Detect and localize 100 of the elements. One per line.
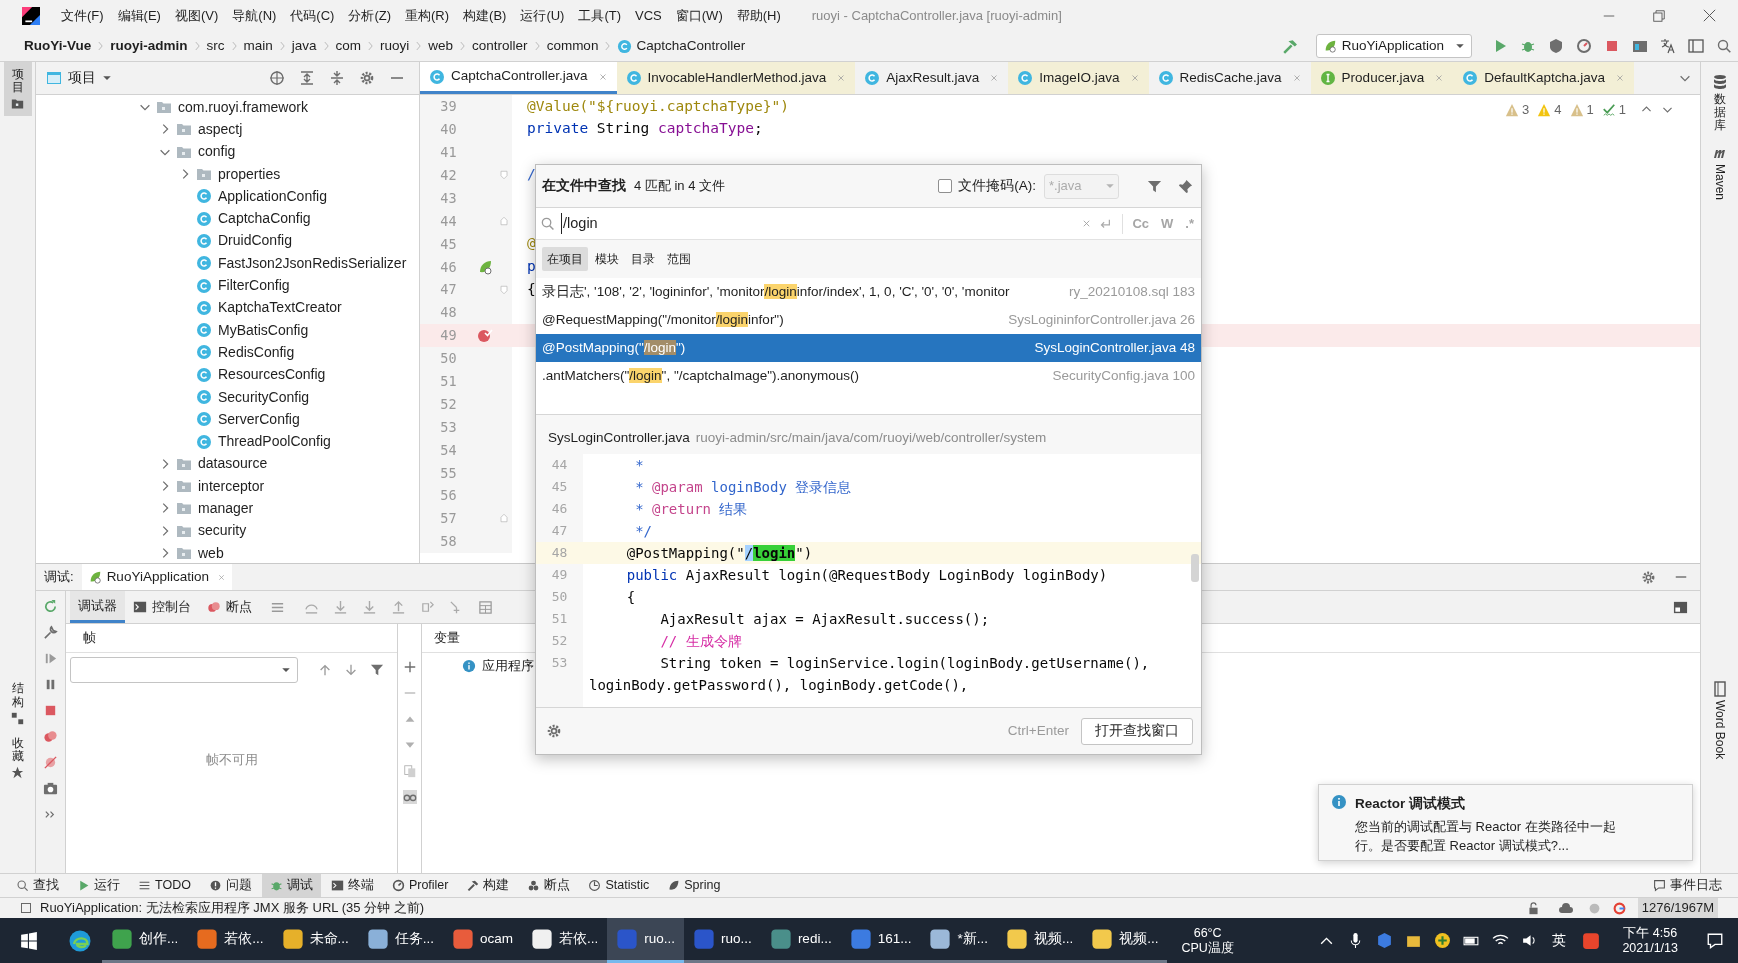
tree-item[interactable]: DruidConfig	[36, 229, 419, 253]
breadcrumb[interactable]: ruoyi-admin	[110, 35, 188, 57]
restore-icon[interactable]	[1653, 9, 1665, 22]
tool-window-button[interactable]: 构建	[458, 874, 518, 897]
thread-dropdown[interactable]	[70, 657, 298, 683]
breadcrumb[interactable]: com	[335, 35, 362, 57]
fold-start-icon[interactable]	[498, 283, 511, 296]
fold-start-icon[interactable]	[498, 169, 511, 182]
search-icon[interactable]	[1716, 38, 1732, 54]
tree-item[interactable]: aspectj	[36, 118, 419, 141]
breadcrumb[interactable]: controller	[472, 35, 528, 57]
taskbar-app[interactable]: 若依...	[187, 918, 273, 963]
tree-item[interactable]: manager	[36, 497, 419, 520]
tool-window-button[interactable]: 查找	[8, 874, 67, 897]
breadcrumb[interactable]: RuoYi-Vue	[24, 35, 92, 57]
inspection-count[interactable]: 1	[1586, 100, 1594, 120]
menu-item[interactable]: 帮助(H)	[729, 5, 788, 26]
project-structure-icon[interactable]	[1632, 38, 1648, 54]
step-out-icon[interactable]	[391, 599, 406, 615]
menu-item[interactable]: 视图(V)	[167, 5, 226, 26]
menu-item[interactable]: 代码(C)	[283, 5, 342, 26]
layout-icon[interactable]	[1688, 38, 1704, 54]
tree-item[interactable]: security	[36, 519, 419, 542]
menu-item[interactable]: 构建(B)	[456, 5, 514, 26]
tree-item[interactable]: RedisConfig	[36, 341, 419, 364]
tool-window-button[interactable]: 运行	[69, 874, 128, 897]
tree-item[interactable]: datasource	[36, 452, 419, 476]
menu-item[interactable]: 分析(Z)	[341, 5, 398, 26]
tree-item[interactable]: com.ruoyi.framework	[36, 96, 419, 119]
breadcrumb[interactable]: java	[291, 35, 317, 57]
tree-item[interactable]: CaptchaConfig	[36, 207, 419, 230]
tool-window-button[interactable]: 数据库	[1711, 70, 1728, 137]
collapse-all-icon[interactable]	[329, 70, 345, 86]
tree-item[interactable]: KaptchaTextCreator	[36, 296, 419, 319]
translate-icon[interactable]	[1660, 38, 1676, 54]
taskbar-app[interactable]: 161...	[840, 918, 921, 963]
search-field[interactable]: /login	[540, 208, 1076, 239]
taskbar-app[interactable]: 视频...	[996, 918, 1083, 963]
breakpoints-icon[interactable]	[43, 729, 58, 744]
tool-window-button[interactable]: Profiler	[383, 874, 457, 897]
scrollbar-thumb[interactable]	[1191, 554, 1199, 582]
run-config-dropdown[interactable]: RuoYiApplication	[1315, 34, 1472, 58]
tree-item[interactable]: SecurityConfig	[36, 385, 419, 409]
tool-window-button[interactable]: Word Book	[1710, 676, 1729, 763]
menu-item[interactable]: 编辑(E)	[110, 5, 168, 26]
tool-window-button[interactable]: 结构	[3, 676, 32, 731]
tool-window-button[interactable]: Maven	[1710, 140, 1729, 204]
tree-item[interactable]: ApplicationConfig	[36, 185, 419, 208]
taskbar-app[interactable]: redi...	[760, 918, 841, 963]
menu-item[interactable]: 文件(F)	[54, 5, 111, 26]
notification-center-icon[interactable]	[1706, 931, 1724, 950]
breadcrumb[interactable]: ruoyi	[380, 35, 410, 57]
menu-item[interactable]: 导航(N)	[225, 5, 284, 26]
input-method[interactable]: 英	[1552, 930, 1567, 951]
rerun-icon[interactable]	[43, 599, 58, 614]
tree-item[interactable]: web	[36, 541, 419, 563]
taskbar-app[interactable]: ruo...	[607, 918, 685, 963]
evaluate-icon[interactable]	[478, 599, 493, 615]
tool-window-button[interactable]: 终端	[322, 874, 382, 897]
breadcrumb[interactable]: CaptchaController	[636, 35, 746, 57]
menu-item[interactable]: 工具(T)	[571, 5, 629, 26]
settings-icon[interactable]	[359, 70, 375, 86]
debug-tab[interactable]: 调试器	[70, 591, 125, 623]
scope-tab[interactable]: 模块	[590, 247, 624, 271]
add-icon[interactable]	[402, 660, 417, 674]
tree-item[interactable]: ThreadPoolConfig	[36, 430, 419, 453]
tool-window-button[interactable]: TODO	[130, 874, 199, 897]
step-into-icon[interactable]	[333, 599, 348, 615]
layout-icon[interactable]	[1673, 599, 1688, 615]
tree-item[interactable]: ResourcesConfig	[36, 363, 419, 386]
event-log-button[interactable]: 事件日志	[1645, 876, 1730, 895]
checkbox[interactable]	[938, 179, 953, 193]
tool-window-button[interactable]: 问题	[200, 874, 260, 897]
force-step-icon[interactable]	[362, 599, 377, 615]
filter-icon[interactable]	[1147, 178, 1162, 194]
editor-tab[interactable]: ImageIO.java	[1008, 62, 1149, 94]
tree-item[interactable]: interceptor	[36, 475, 419, 498]
coverage-icon[interactable]	[1548, 38, 1564, 54]
tree-item[interactable]: MyBatisConfig	[36, 318, 419, 342]
tree-item[interactable]: FastJson2JsonRedisSerializer	[36, 252, 419, 275]
tool-window-button[interactable]: 调试	[261, 874, 321, 897]
breakpoint-icon[interactable]	[477, 327, 494, 344]
clock[interactable]: 下午 4:56 2021/1/13	[1622, 925, 1678, 956]
debug-tab[interactable]: 控制台	[125, 591, 199, 623]
breadcrumb[interactable]: common	[546, 35, 599, 57]
start-icon[interactable]	[20, 931, 38, 950]
profiler-icon[interactable]	[1576, 38, 1592, 54]
camera-icon[interactable]	[43, 781, 58, 796]
tool-window-button[interactable]: 断点	[519, 874, 579, 897]
taskbar-app[interactable]: ocam	[443, 918, 523, 963]
tool-window-button[interactable]: Statistic	[580, 874, 658, 897]
expand-all-icon[interactable]	[299, 70, 315, 86]
open-find-window-button[interactable]: 打开查找窗口	[1081, 717, 1193, 745]
tool-window-button[interactable]: 项目	[3, 62, 32, 117]
inspection-count[interactable]: 3	[1522, 100, 1530, 120]
editor-tab[interactable]: DefaultKaptcha.java	[1453, 62, 1634, 94]
scope-tab[interactable]: 在项目	[542, 247, 588, 271]
close-icon[interactable]	[1703, 9, 1716, 22]
taskbar-app[interactable]: 任务...	[357, 918, 444, 963]
tree-item[interactable]: properties	[36, 162, 419, 186]
